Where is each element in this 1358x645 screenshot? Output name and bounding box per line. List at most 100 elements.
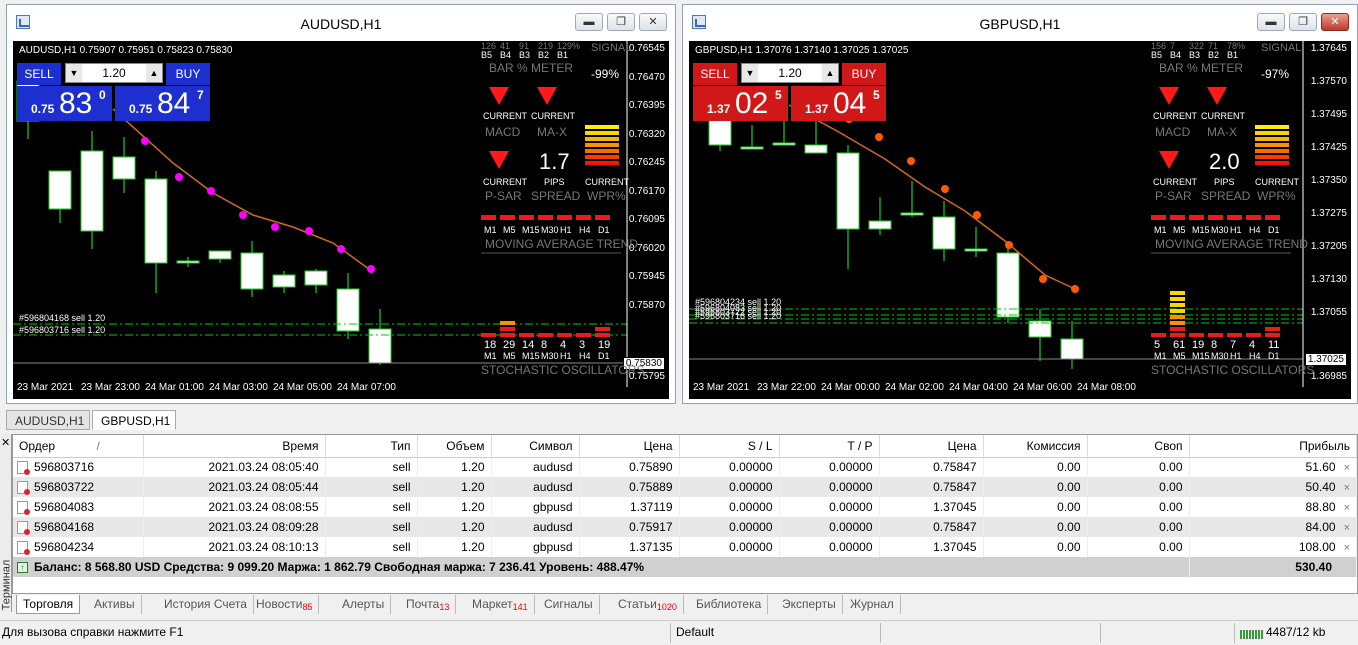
chart-window-gbpusd[interactable]: GBPUSD,H1 ▬ ❐ ✕ 1.37645 1.37570 1.37495 1.3… <box>682 4 1358 404</box>
lot-size-input[interactable]: ▼ 1.20 ▲ <box>741 63 839 83</box>
stochastic-title: STOCHASTIC OSCILLATORS <box>1151 363 1315 377</box>
col-volume[interactable]: Объем <box>417 435 492 458</box>
col-time[interactable]: Время <box>143 435 326 458</box>
maximize-button[interactable]: ❐ <box>607 13 635 31</box>
lot-decrease-icon[interactable]: ▼ <box>66 64 82 82</box>
close-order-icon[interactable]: × <box>1344 462 1350 474</box>
col-commission[interactable]: Комиссия <box>983 435 1088 458</box>
price-tick: 1.37055 <box>1310 307 1347 318</box>
tab-2[interactable]: История Счета <box>158 595 254 614</box>
close-order-icon[interactable]: × <box>1344 502 1350 514</box>
col-tp[interactable]: T / P <box>779 435 880 458</box>
sell-price-box[interactable]: 1.37 02 5 <box>693 86 788 121</box>
sell-price-box[interactable]: 0.75 83 0 <box>17 86 112 121</box>
table-row[interactable]: 596804168 2021.03.24 08:09:28 sell 1.20 audu… <box>13 517 1357 537</box>
table-cell: 1.20 <box>417 477 492 497</box>
lot-decrease-icon[interactable]: ▼ <box>742 64 758 82</box>
sell-order-icon <box>17 481 30 496</box>
tab-1[interactable]: Активы <box>88 595 142 614</box>
bar-label: B4 <box>500 50 512 60</box>
lot-increase-icon[interactable]: ▲ <box>822 64 838 82</box>
terminal-close-icon[interactable]: ✕ <box>1 436 10 449</box>
close-button[interactable]: ✕ <box>1321 13 1349 31</box>
tf-label: M1 <box>1154 225 1167 235</box>
tab-3[interactable]: Новости85 <box>250 595 320 614</box>
minimize-button[interactable]: ▬ <box>575 13 603 31</box>
chart-tab-audusd[interactable]: AUDUSD,H1 <box>6 410 90 430</box>
col-profit[interactable]: Прибыль <box>1189 435 1357 458</box>
sell-order-icon <box>17 521 30 536</box>
bar-label: B1 <box>557 50 569 60</box>
sort-indicator: / <box>96 438 100 453</box>
sell-button[interactable]: SELL <box>17 63 61 85</box>
balance-summary: Баланс: 8 568.80 USD Средства: 9 099.20 … <box>34 560 645 574</box>
tab-5[interactable]: Почта13 <box>400 595 457 614</box>
time-label: 24 Mar 03:00 <box>209 382 268 393</box>
bar-label: B4 <box>1170 50 1182 60</box>
tf-label: M30 <box>1211 351 1229 361</box>
tab-10[interactable]: Эксперты <box>776 595 843 614</box>
price-tick: 0.75870 <box>628 299 665 311</box>
col-order[interactable]: Ордер / <box>13 435 144 458</box>
tab-label: Почта <box>406 597 440 611</box>
bar-meter-title: BAR % METER <box>489 61 574 75</box>
col-symbol[interactable]: Символ <box>491 435 580 458</box>
buy-price-box[interactable]: 1.37 04 5 <box>791 86 886 121</box>
close-order-icon[interactable]: × <box>1344 542 1350 554</box>
sell-price-pip: 0 <box>99 88 106 102</box>
chart-window-audusd[interactable]: AUDUSD,H1 ▬ ❐ ✕ 0.76545 0.76470 0.76395 0.7… <box>6 4 676 404</box>
tab-11[interactable]: Журнал <box>844 595 901 614</box>
tab-label: Эксперты <box>782 597 836 611</box>
col-sl[interactable]: S / L <box>679 435 780 458</box>
chart-tab-gbpusd[interactable]: GBPUSD,H1 <box>92 410 176 430</box>
table-cell: gbpusd <box>491 497 580 517</box>
close-order-icon[interactable]: × <box>1344 522 1350 534</box>
close-order-icon[interactable]: × <box>1344 482 1350 494</box>
tab-9[interactable]: Библиотека <box>690 595 769 614</box>
buy-price-box[interactable]: 0.75 84 7 <box>115 86 210 121</box>
col-current-price[interactable]: Цена <box>879 435 984 458</box>
col-swap[interactable]: Своп <box>1087 435 1190 458</box>
col-type[interactable]: Тип <box>325 435 418 458</box>
minimize-button[interactable]: ▬ <box>1257 13 1285 31</box>
table-row[interactable]: 596803716 2021.03.24 08:05:40 sell 1.20 audu… <box>13 457 1357 477</box>
tab-7[interactable]: Сигналы <box>538 595 600 614</box>
maximize-button[interactable]: ❐ <box>1289 13 1317 31</box>
table-row[interactable]: 596804234 2021.03.24 08:10:13 sell 1.20 gbpu… <box>13 537 1357 557</box>
buy-button[interactable]: BUY <box>842 63 886 85</box>
tab-0[interactable]: Торговля <box>16 595 81 614</box>
balance-cell: ↑ Баланс: 8 568.80 USD Средства: 9 099.20… <box>13 557 1190 577</box>
sell-button[interactable]: SELL <box>693 63 737 85</box>
lot-size-input[interactable]: ▼ 1.20 ▲ <box>65 63 163 83</box>
current-label: CURRENT <box>483 177 527 187</box>
signal-percent: -99% <box>591 67 620 81</box>
tf-label: H1 <box>560 351 572 361</box>
window-titlebar[interactable]: GBPUSD,H1 ▬ ❐ ✕ <box>683 5 1357 41</box>
tf-label: M1 <box>484 351 497 361</box>
table-row[interactable]: 596804083 2021.03.24 08:08:55 sell 1.20 gbpu… <box>13 497 1357 517</box>
candle <box>740 146 764 150</box>
lot-value[interactable]: 1.20 <box>758 64 822 82</box>
terminal-label: Терминал <box>0 559 13 611</box>
sar-dot <box>875 133 883 141</box>
tab-4[interactable]: Алерты <box>336 595 392 614</box>
price-chart[interactable]: 1.37645 1.37570 1.37495 1.37425 1.37350 1.372… <box>689 41 1351 399</box>
buy-button[interactable]: BUY <box>166 63 210 85</box>
candle <box>836 152 860 230</box>
col-price[interactable]: Цена <box>579 435 680 458</box>
tab-6[interactable]: Маркет141 <box>466 595 535 614</box>
tf-label: M1 <box>484 225 497 235</box>
lot-value[interactable]: 1.20 <box>82 64 146 82</box>
order-label: #596803716 sell 1.20 <box>19 325 106 335</box>
lot-increase-icon[interactable]: ▲ <box>146 64 162 82</box>
price-chart[interactable]: 0.76545 0.76470 0.76395 0.76320 0.76245 0.761… <box>13 41 669 399</box>
signal-label: SIGNAL <box>1261 42 1302 54</box>
close-button[interactable]: ✕ <box>639 13 667 31</box>
table-row[interactable]: 596803722 2021.03.24 08:05:44 sell 1.20 audu… <box>13 477 1357 497</box>
tf-label: M1 <box>1154 351 1167 361</box>
tab-8[interactable]: Статьи1020 <box>612 595 684 614</box>
tf-label: M15 <box>522 225 540 235</box>
table-cell: gbpusd <box>491 537 580 557</box>
one-click-trading-panel: SELL BUY ▼ 1.20 ▲ 0.75 83 0 0.75 84 7 <box>17 63 210 121</box>
window-titlebar[interactable]: AUDUSD,H1 ▬ ❐ ✕ <box>7 5 675 41</box>
